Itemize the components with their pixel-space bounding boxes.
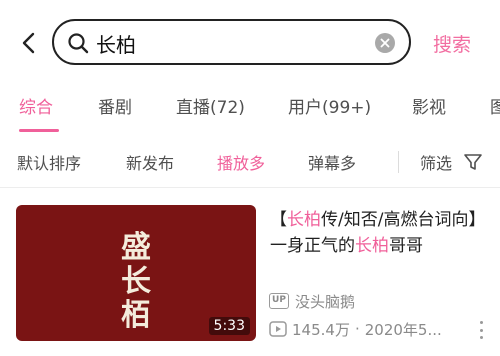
uploader-name[interactable]: 没头脑鹅 [295, 291, 355, 312]
play-count-icon [269, 321, 287, 337]
sort-default[interactable]: 默认排序 [17, 150, 81, 174]
filter-button[interactable]: 筛选 [420, 150, 452, 174]
tab-all[interactable]: 综合 [19, 93, 53, 118]
search-bar: 搜索 [0, 0, 500, 84]
filter-icon[interactable] [463, 152, 483, 172]
more-icon [479, 321, 483, 324]
chevron-left-icon [22, 32, 35, 54]
title-highlight: 长柏 [287, 210, 321, 230]
more-icon [479, 336, 483, 339]
stat-separator: · [354, 320, 360, 338]
svg-text:盛: 盛 [121, 230, 151, 265]
video-title[interactable]: 【长柏传/知否/高燃台词向】一身正气的长柏哥哥 [270, 207, 490, 259]
tab-pictures[interactable]: 图 [490, 93, 500, 118]
more-options-button[interactable] [476, 319, 486, 341]
result-tabs: 综合 番剧 直播(72) 用户(99+) 影视 图 [0, 84, 500, 136]
tab-live[interactable]: 直播(72) [176, 93, 245, 118]
more-icon [479, 328, 483, 332]
svg-text:长: 长 [121, 264, 151, 299]
uploader-row[interactable]: UP 没头脑鹅 [269, 291, 355, 311]
publish-date: 2020年5... [364, 320, 442, 339]
video-thumbnail[interactable]: 盛 长 栢 5:33 [16, 205, 256, 341]
tab-movies[interactable]: 影视 [412, 93, 446, 118]
tab-users[interactable]: 用户(99+) [288, 93, 371, 118]
tab-bangumi[interactable]: 番剧 [98, 93, 132, 118]
back-button[interactable] [14, 28, 44, 58]
calligraphy-image: 盛 长 栢 [121, 230, 151, 333]
up-badge-icon: UP [269, 293, 289, 309]
search-field[interactable] [52, 19, 411, 65]
clear-button[interactable] [375, 33, 395, 53]
sort-most-danmaku[interactable]: 弹幕多 [308, 150, 356, 174]
svg-text:栢: 栢 [121, 298, 151, 333]
video-result-card[interactable]: 盛 长 栢 5:33 【长柏传/知否/高燃台词向】一身正气的长柏哥哥 UP 没头… [0, 195, 500, 356]
video-stats: 145.4万 · 2020年5... [269, 318, 442, 340]
filter-divider [398, 151, 399, 173]
sort-newest[interactable]: 新发布 [126, 150, 174, 174]
view-count: 145.4万 [292, 320, 350, 339]
close-icon [380, 38, 390, 48]
search-icon [68, 33, 89, 54]
video-duration: 5:33 [208, 317, 250, 335]
search-input[interactable] [96, 27, 366, 59]
title-text: 哥哥 [389, 236, 423, 256]
search-button[interactable]: 搜索 [433, 28, 471, 58]
title-text: 【 [270, 210, 287, 230]
active-tab-indicator [19, 129, 59, 132]
title-highlight: 长柏 [355, 236, 389, 256]
sort-most-played[interactable]: 播放多 [217, 150, 265, 174]
sort-filter-bar: 默认排序 新发布 播放多 弹幕多 筛选 [0, 136, 500, 188]
